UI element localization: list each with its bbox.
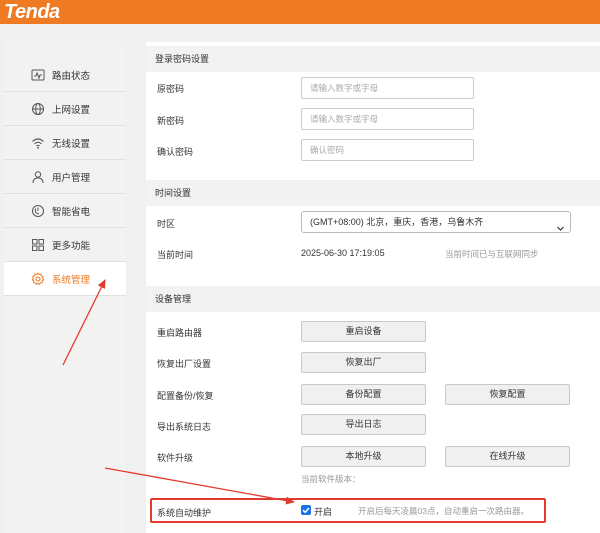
sidebar-item-internet-settings[interactable]: 上网设置 — [4, 92, 126, 126]
current-time-value: 2025-06-30 17:19:05 — [301, 248, 385, 258]
export-log-label: 导出系统日志 — [157, 422, 212, 432]
backup-config-button[interactable]: 备份配置 — [301, 384, 426, 405]
export-log-button[interactable]: 导出日志 — [301, 414, 426, 435]
globe-icon — [31, 102, 45, 116]
new-password-label: 新密码 — [157, 116, 185, 126]
time-sync-hint: 当前时间已与互联网同步 — [445, 249, 539, 259]
section-title-device: 设备管理 — [146, 286, 600, 312]
timezone-select[interactable]: (GMT+08:00) 北京，重庆，香港，乌鲁木齐 — [301, 211, 571, 233]
restore-config-button[interactable]: 恢复配置 — [445, 384, 570, 405]
top-bar: Tenda — [0, 0, 600, 24]
sidebar-item-label: 上网设置 — [52, 104, 91, 116]
power-icon — [31, 204, 45, 218]
sidebar-item-wireless-settings[interactable]: 无线设置 — [4, 126, 126, 160]
grid-icon — [31, 238, 45, 252]
factory-reset-button[interactable]: 恢复出厂 — [301, 352, 426, 373]
gear-icon — [31, 271, 45, 286]
sidebar-item-more-features[interactable]: 更多功能 — [4, 228, 126, 262]
sidebar-item-label: 智能省电 — [52, 206, 91, 218]
timezone-label: 时区 — [157, 219, 176, 229]
sidebar-item-label: 路由状态 — [52, 70, 91, 82]
old-password-input[interactable] — [301, 77, 474, 99]
section-title-time: 时间设置 — [146, 180, 600, 206]
backup-restore-label: 配置备份/恢复 — [157, 391, 214, 401]
firmware-version-label: 当前软件版本： — [301, 474, 361, 484]
sidebar-item-label: 无线设置 — [52, 138, 91, 150]
sidebar-item-label: 用户管理 — [52, 172, 91, 184]
reboot-button[interactable]: 重启设备 — [301, 321, 426, 342]
sidebar-item-power-saving[interactable]: 智能省电 — [4, 194, 126, 228]
chevron-down-icon — [557, 219, 564, 231]
sidebar-item-router-status[interactable]: 路由状态 — [4, 58, 126, 92]
factory-reset-label: 恢复出厂设置 — [157, 359, 212, 369]
brand-logo: Tenda — [4, 1, 60, 23]
confirm-password-input[interactable] — [301, 139, 474, 161]
annotation-highlight-box — [150, 498, 546, 523]
sidebar-item-label: 系统管理 — [52, 274, 91, 286]
firmware-upgrade-label: 软件升级 — [157, 453, 194, 463]
local-upgrade-button[interactable]: 本地升级 — [301, 446, 426, 467]
section-title-password: 登录密码设置 — [146, 46, 600, 72]
current-time-label: 当前时间 — [157, 250, 194, 260]
wifi-icon — [31, 136, 45, 150]
online-upgrade-button[interactable]: 在线升级 — [445, 446, 570, 467]
confirm-password-label: 确认密码 — [157, 147, 194, 157]
new-password-input[interactable] — [301, 108, 474, 130]
sidebar-item-system-management[interactable]: 系统管理 — [4, 262, 126, 296]
timezone-value: (GMT+08:00) 北京，重庆，香港，乌鲁木齐 — [310, 217, 484, 227]
user-icon — [31, 170, 45, 184]
old-password-label: 原密码 — [157, 84, 185, 94]
sidebar-item-user-management[interactable]: 用户管理 — [4, 160, 126, 194]
reboot-label: 重启路由器 — [157, 328, 203, 338]
sidebar: 路由状态 上网设置 无线设置 用户管理 智能省电 更多功能 系统管理 — [4, 42, 126, 533]
sidebar-item-label: 更多功能 — [52, 240, 91, 252]
pulse-icon — [31, 68, 45, 82]
